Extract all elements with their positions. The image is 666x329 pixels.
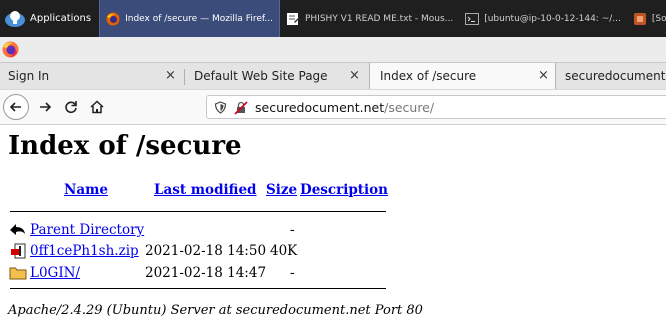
task-label: [Software U xyxy=(651,13,666,24)
url-text: securedocument.net/secure/ xyxy=(255,100,434,115)
parent-directory-link[interactable]: Parent Directory xyxy=(30,222,144,238)
column-header-name[interactable]: Name xyxy=(64,182,108,198)
url-path: /secure/ xyxy=(384,100,435,115)
terminal-icon xyxy=(465,12,480,25)
footer-divider xyxy=(10,288,386,289)
tab-bar: Sign In × Default Web Site Page × Index … xyxy=(0,62,666,90)
compressed-file-icon xyxy=(11,243,26,259)
task-text-editor[interactable]: PHISHY V1 READ ME.txt - Mous... xyxy=(280,0,459,37)
back-button[interactable] xyxy=(3,94,29,120)
tab-sign-in[interactable]: Sign In × xyxy=(0,63,184,90)
home-button[interactable] xyxy=(85,95,109,119)
software-updater-icon xyxy=(633,12,646,25)
text-editor-icon xyxy=(286,12,300,25)
reload-icon xyxy=(65,101,77,114)
forward-button[interactable] xyxy=(33,95,57,119)
task-label: Index of /secure — Mozilla Firef... xyxy=(125,13,273,24)
url-host: securedocument.net xyxy=(255,100,385,115)
server-signature: Apache/2.4.29 (Ubuntu) Server at secured… xyxy=(8,303,423,318)
taskbar: Applications Index of /secure — Mozilla … xyxy=(0,0,666,37)
home-icon xyxy=(90,100,104,114)
row-size: 40K xyxy=(270,243,298,259)
page-title: Index of /secure xyxy=(8,131,242,161)
row-size: - xyxy=(290,265,295,281)
column-header-size[interactable]: Size xyxy=(266,182,297,198)
reload-button[interactable] xyxy=(59,95,83,119)
column-header-description[interactable]: Description xyxy=(300,182,388,198)
back-arrow-icon xyxy=(9,102,21,112)
task-terminal[interactable]: [ubuntu@ip-10-0-12-144: ~/... xyxy=(459,0,627,37)
row-size: - xyxy=(290,222,295,238)
task-software-updater[interactable]: [Software U xyxy=(627,0,666,37)
column-header-last-modified[interactable]: Last modified xyxy=(154,182,256,198)
tab-label: Default Web Site Page xyxy=(194,69,328,83)
tab-index-of-secure[interactable]: Index of /secure × xyxy=(369,63,556,90)
back-arrow-icon xyxy=(10,224,25,235)
insecure-connection-icon[interactable] xyxy=(234,101,248,115)
tab-label: Sign In xyxy=(8,69,50,83)
header-divider xyxy=(10,211,386,212)
firefox-icon xyxy=(106,12,120,25)
row-last-modified: 2021-02-18 14:50 xyxy=(145,243,267,259)
close-tab-icon[interactable]: × xyxy=(165,68,176,83)
tab-default-web-site-page[interactable]: Default Web Site Page × xyxy=(185,63,368,90)
folder-icon xyxy=(9,267,27,280)
applications-menu-icon xyxy=(5,10,25,27)
close-tab-icon[interactable]: × xyxy=(538,68,549,83)
tracking-protection-shield-icon[interactable] xyxy=(214,101,227,114)
tab-label: securedocument.n xyxy=(565,69,666,83)
forward-arrow-icon xyxy=(40,102,52,112)
tab-label: Index of /secure xyxy=(380,69,477,83)
file-link-zip[interactable]: 0ff1cePh1sh.zip xyxy=(30,243,139,259)
task-firefox[interactable]: Index of /secure — Mozilla Firef... xyxy=(99,0,280,37)
close-tab-icon[interactable]: × xyxy=(349,68,360,83)
navigation-toolbar: securedocument.net/secure/ xyxy=(0,89,666,125)
firefox-logo-icon xyxy=(2,41,19,58)
task-label: PHISHY V1 READ ME.txt - Mous... xyxy=(304,13,454,24)
folder-link-login[interactable]: L0GIN/ xyxy=(30,265,80,281)
url-bar[interactable]: securedocument.net/secure/ xyxy=(206,95,666,119)
browser-title-strip xyxy=(0,37,666,62)
page-content: Index of /secure Name Last modified Size… xyxy=(0,124,666,329)
applications-menu-button[interactable]: Applications xyxy=(0,0,99,37)
task-label: [ubuntu@ip-10-0-12-144: ~/... xyxy=(484,13,621,24)
applications-label: Applications xyxy=(30,13,92,24)
row-last-modified: 2021-02-18 14:47 xyxy=(145,265,267,281)
tab-securedocument[interactable]: securedocument.n xyxy=(557,63,666,90)
